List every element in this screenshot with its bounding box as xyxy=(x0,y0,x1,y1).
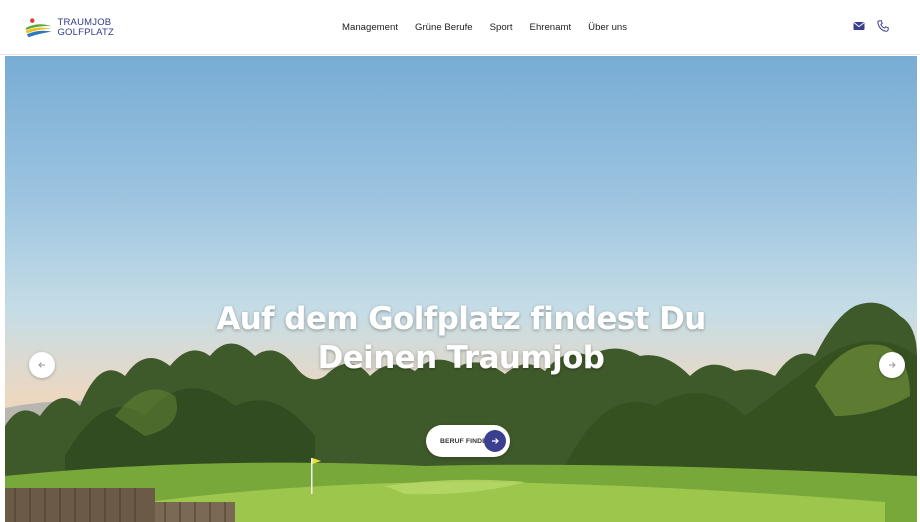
hero-title-line2: Deinen Traumjob xyxy=(317,340,605,376)
mail-icon[interactable] xyxy=(852,19,866,33)
slider-next-button[interactable] xyxy=(879,352,905,378)
beruf-finden-button[interactable]: BERUF FINDEN xyxy=(426,425,510,457)
nav-item-ueber-uns[interactable]: Über uns xyxy=(588,20,627,36)
nav-item-management[interactable]: Management xyxy=(342,20,398,36)
nav-item-ehrenamt[interactable]: Ehrenamt xyxy=(530,20,572,36)
hero-title: Auf dem Golfplatz findest Du Deinen Trau… xyxy=(5,300,917,378)
nav-item-gruene-berufe[interactable]: Grüne Berufe xyxy=(415,20,473,36)
hero-title-line1: Auf dem Golfplatz findest Du xyxy=(216,301,706,337)
arrow-left-icon xyxy=(38,362,45,368)
site-header: TRAUMJOB GOLFPLATZ Management Grüne Beru… xyxy=(0,0,920,55)
header-contact-icons xyxy=(852,19,890,33)
phone-icon[interactable] xyxy=(876,19,890,33)
main-nav: Management Grüne Berufe Sport Ehrenamt Ü… xyxy=(342,20,627,36)
logo[interactable]: TRAUMJOB GOLFPLATZ xyxy=(24,11,114,45)
nav-item-sport[interactable]: Sport xyxy=(490,20,513,36)
slider-prev-button[interactable] xyxy=(29,352,55,378)
arrow-right-icon xyxy=(889,362,896,368)
arrow-right-icon xyxy=(484,430,506,452)
logo-mark-icon xyxy=(25,18,52,38)
logo-line2: GOLFPLATZ xyxy=(57,27,114,38)
hero-slider: Auf dem Golfplatz findest Du Deinen Trau… xyxy=(5,56,917,522)
logo-text: TRAUMJOB GOLFPLATZ xyxy=(57,18,114,38)
